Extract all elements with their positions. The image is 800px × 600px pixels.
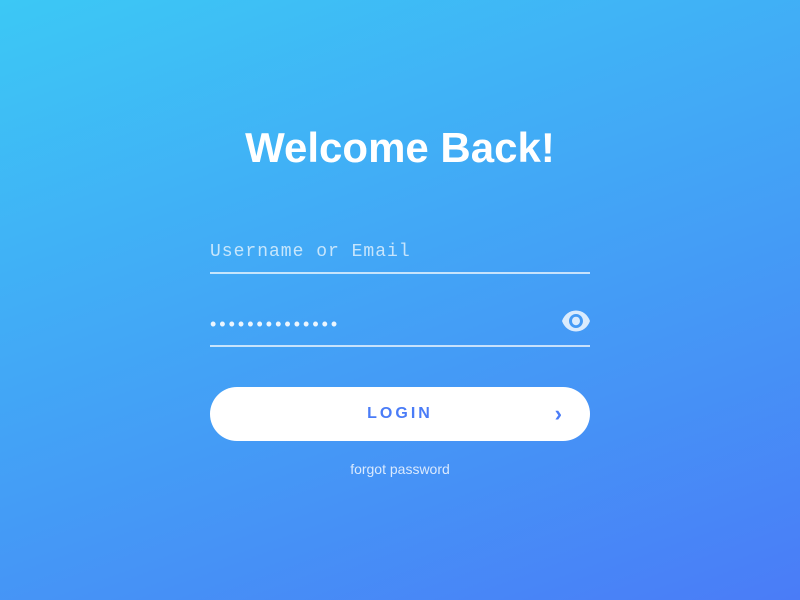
password-input[interactable]: [210, 304, 590, 347]
arrow-right-icon: ›: [555, 401, 562, 427]
username-input[interactable]: [210, 232, 590, 274]
toggle-password-icon[interactable]: [562, 310, 590, 337]
forgot-password-button[interactable]: forgot password: [350, 461, 450, 477]
password-group: [210, 304, 590, 347]
login-button[interactable]: LOGIN ›: [210, 387, 590, 441]
page-title: Welcome Back!: [245, 124, 555, 172]
username-group: [210, 232, 590, 274]
login-container: Welcome Back! LOGIN › forgot password: [190, 124, 610, 477]
login-label: LOGIN: [367, 405, 433, 423]
